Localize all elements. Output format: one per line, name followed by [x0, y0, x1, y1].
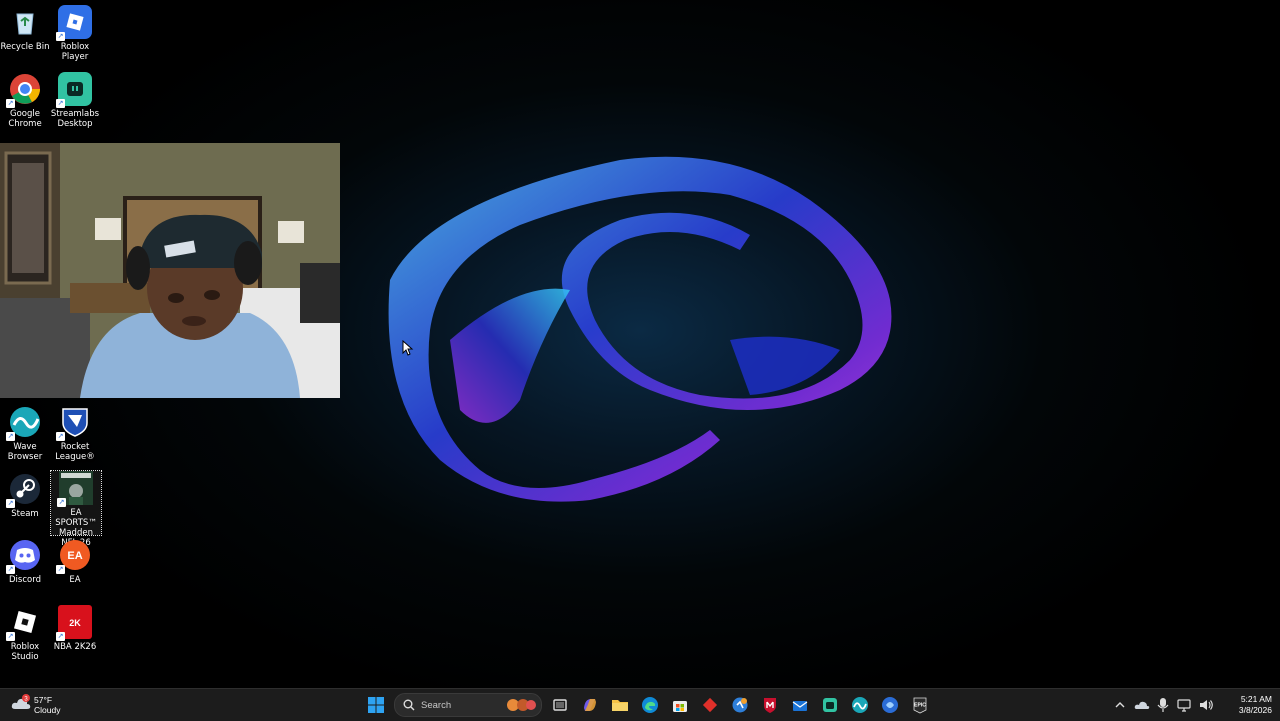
wallpaper-ribbon: [388, 156, 892, 502]
desktop-icon-roblox-studio[interactable]: ↗ Roblox Studio: [0, 605, 50, 662]
wave-browser-icon: [852, 697, 868, 713]
system-tray: 5:21 AM 3/8/2026: [1112, 692, 1272, 718]
wave-browser-icon: ↗: [6, 405, 42, 441]
chrome-icon: ↗: [6, 72, 42, 108]
task-view-button[interactable]: [548, 693, 572, 717]
red-diamond-icon: [702, 697, 718, 713]
search-input[interactable]: [419, 698, 503, 712]
edge-icon: [642, 697, 658, 713]
taskbar-search[interactable]: [394, 693, 542, 717]
taskbar-epic-games[interactable]: EPIC: [908, 693, 932, 717]
mcafee-shield-icon: [764, 698, 776, 713]
blue-app-icon: [732, 697, 748, 713]
weather-temperature: 57°F: [34, 695, 53, 705]
svg-text:EPIC: EPIC: [914, 703, 926, 709]
taskbar-mail[interactable]: [788, 693, 812, 717]
chevron-up-icon: [1115, 702, 1125, 708]
svg-text:EA: EA: [67, 550, 82, 562]
taskbar-streamlabs[interactable]: [818, 693, 842, 717]
desktop-icon-madden[interactable]: ↗ EA SPORTS™ Madden NFL 26: [50, 470, 102, 548]
streamlabs-icon: [823, 698, 837, 712]
taskbar-edge[interactable]: [638, 693, 662, 717]
weather-widget[interactable]: 3 57°F Cloudy: [10, 693, 60, 717]
ea-icon: EA ↗: [56, 538, 92, 574]
onedrive-icon[interactable]: [1134, 697, 1150, 713]
cloud-icon: 3: [11, 694, 31, 709]
show-hidden-icons-button[interactable]: [1112, 693, 1128, 717]
clock-date: 3/8/2026: [1238, 705, 1272, 715]
roblox-icon: ↗: [56, 5, 92, 41]
streamlabs-icon: ↗: [56, 72, 92, 108]
desktop: Recycle Bin ↗ Roblox Player ↗ Google Chr…: [0, 0, 1280, 688]
taskbar-app-circle[interactable]: [878, 693, 902, 717]
epic-games-icon: EPIC: [913, 697, 927, 714]
network-icon[interactable]: [1176, 697, 1192, 713]
desktop-icon-discord[interactable]: ↗ Discord: [0, 538, 50, 585]
desktop-icon-wave-browser[interactable]: ↗ Wave Browser: [0, 405, 50, 462]
microphone-icon[interactable]: [1156, 697, 1170, 713]
copilot-icon: [584, 699, 596, 711]
desktop-icon-recycle-bin[interactable]: Recycle Bin: [0, 5, 50, 52]
svg-text:2K: 2K: [69, 618, 81, 628]
clock[interactable]: 5:21 AM 3/8/2026: [1228, 694, 1272, 716]
search-highlight-icon: [507, 699, 536, 711]
volume-icon[interactable]: [1198, 697, 1214, 713]
discord-icon: ↗: [6, 538, 42, 574]
taskbar-app-red[interactable]: [698, 693, 722, 717]
start-button[interactable]: [364, 693, 388, 717]
folder-icon: [612, 700, 628, 711]
nba2k-icon: 2K ↗: [56, 605, 92, 641]
desktop-icon-steam[interactable]: ↗ Steam: [0, 472, 50, 519]
desktop-icon-ea[interactable]: EA ↗ EA: [50, 538, 100, 585]
taskbar: 3 57°F Cloudy Search EPIC 5:21 AM 3/8/20…: [0, 688, 1280, 721]
desktop-icon-streamlabs[interactable]: ↗ Streamlabs Desktop: [50, 72, 100, 129]
mouse-cursor: [402, 340, 414, 356]
windows-logo-icon: [368, 697, 384, 713]
taskbar-app-blue[interactable]: [728, 693, 752, 717]
clock-time: 5:21 AM: [1240, 694, 1272, 704]
taskbar-wave[interactable]: [848, 693, 872, 717]
recycle-bin-icon: [8, 5, 42, 39]
taskbar-center: EPIC: [364, 692, 932, 718]
rocket-league-icon: ↗: [56, 405, 92, 441]
taskbar-copilot[interactable]: [578, 693, 602, 717]
blue-circle-app-icon: [882, 697, 898, 713]
steam-icon: ↗: [6, 472, 42, 508]
webcam-overlay: [0, 143, 340, 398]
search-icon: [403, 699, 415, 711]
desktop-icon-google-chrome[interactable]: ↗ Google Chrome: [0, 72, 50, 129]
weather-condition: Cloudy: [34, 705, 61, 715]
desktop-icon-nba-2k26[interactable]: 2K ↗ NBA 2K26: [50, 605, 100, 652]
desktop-icon-rocket-league[interactable]: ↗ Rocket League®: [50, 405, 100, 462]
mail-icon: [792, 701, 808, 711]
desktop-icon-roblox-player[interactable]: ↗ Roblox Player: [50, 5, 100, 62]
taskbar-store[interactable]: [668, 693, 692, 717]
taskbar-file-explorer[interactable]: [608, 693, 632, 717]
store-icon: [673, 701, 687, 712]
taskbar-mcafee[interactable]: [758, 693, 782, 717]
roblox-studio-icon: ↗: [6, 605, 42, 641]
task-view-icon: [553, 699, 567, 711]
madden-icon: ↗: [57, 471, 93, 507]
